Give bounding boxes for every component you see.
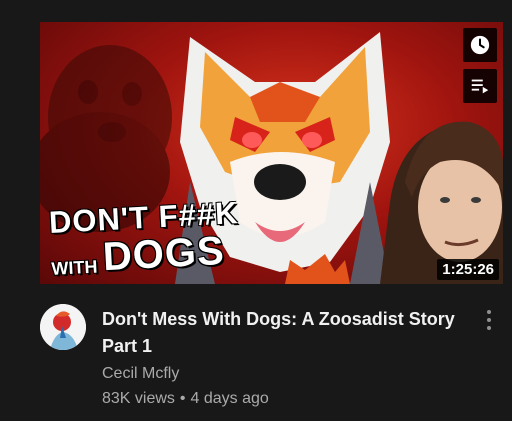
- thumbnail-title-text: DON'T F##K WITHDOGS: [48, 195, 241, 280]
- channel-avatar[interactable]: [40, 304, 86, 350]
- duration-badge: 1:25:26: [437, 259, 499, 280]
- thumbnail-text-big: DOGS: [101, 228, 226, 280]
- add-to-queue-button[interactable]: [463, 69, 497, 103]
- video-metadata: 83K views • 4 days ago: [102, 390, 269, 408]
- upload-age: 4 days ago: [190, 390, 269, 407]
- more-vert-icon: [487, 310, 491, 330]
- watch-later-button[interactable]: [463, 28, 497, 62]
- queue-icon: [471, 79, 489, 94]
- video-thumbnail[interactable]: DON'T F##K WITHDOGS 1:25:26: [40, 22, 503, 284]
- video-card[interactable]: DON'T F##K WITHDOGS 1:25:26 Don't Mess W…: [0, 0, 512, 421]
- channel-name[interactable]: Cecil Mcfly: [102, 365, 179, 383]
- metadata-separator: •: [179, 390, 186, 407]
- thumbnail-text-small: WITH: [50, 256, 98, 279]
- view-count: 83K views: [102, 390, 175, 407]
- video-title[interactable]: Don't Mess With Dogs: A Zoosadist Story …: [102, 306, 462, 360]
- clock-icon: [470, 35, 490, 55]
- more-actions-button[interactable]: [478, 306, 500, 334]
- avatar-image: [40, 304, 86, 350]
